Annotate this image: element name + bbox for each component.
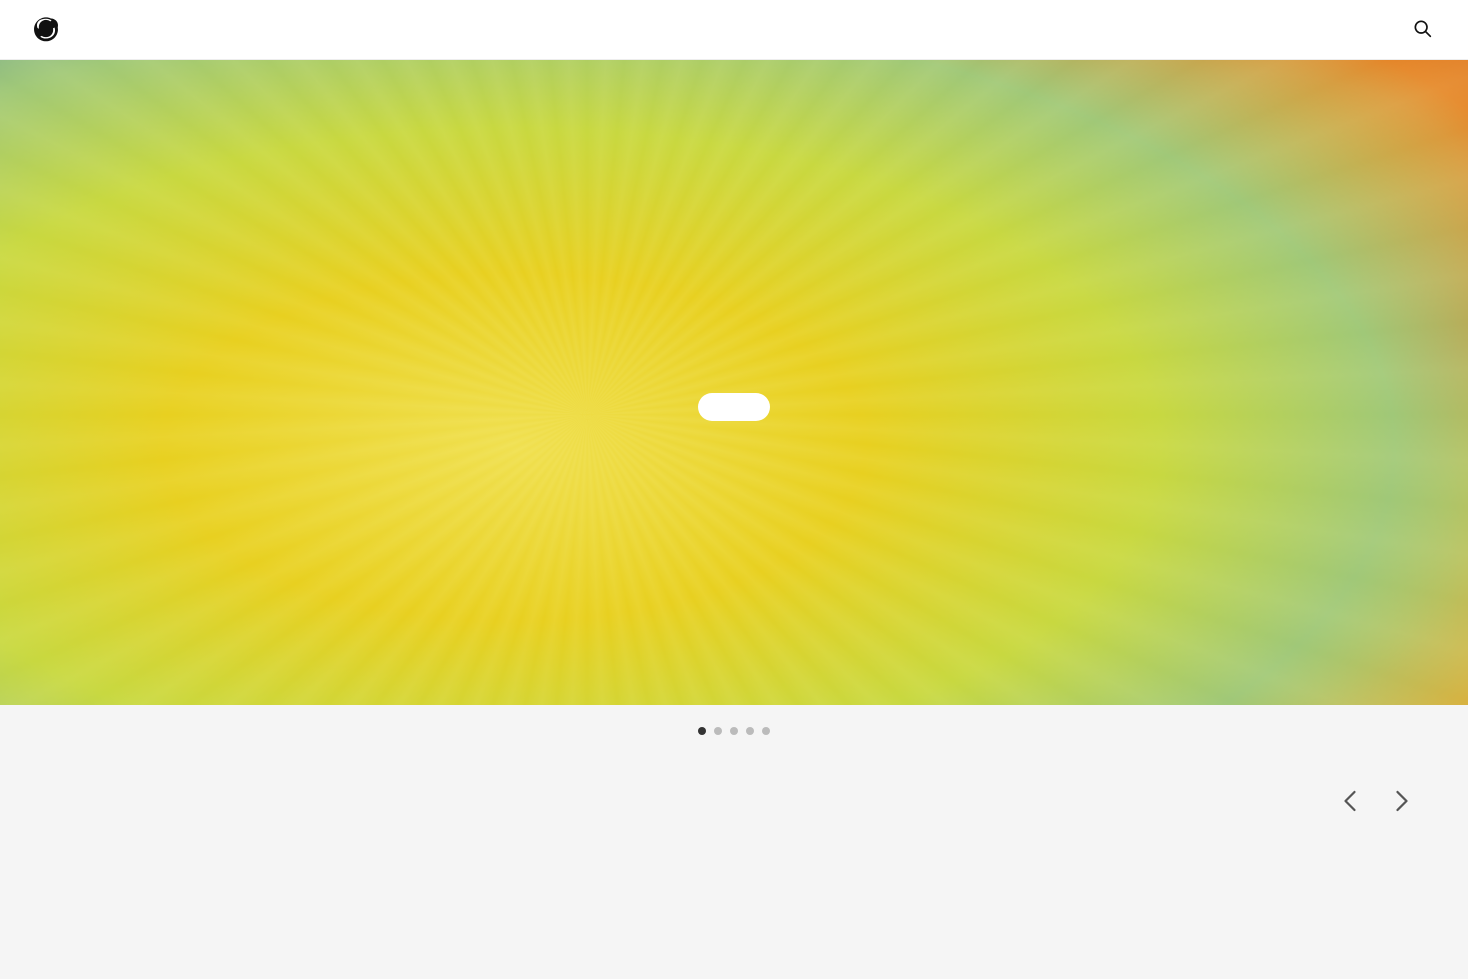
carousel-dots bbox=[0, 705, 1468, 751]
section-nav bbox=[1332, 783, 1420, 819]
logo-link[interactable] bbox=[32, 16, 68, 44]
bottom-section bbox=[0, 751, 1468, 851]
navbar bbox=[0, 0, 1468, 60]
hero-content bbox=[0, 60, 1468, 705]
hero-section bbox=[0, 60, 1468, 705]
carousel-dot-2[interactable] bbox=[714, 727, 722, 735]
learn-more-button[interactable] bbox=[698, 393, 770, 421]
next-button[interactable] bbox=[1384, 783, 1420, 819]
prev-button[interactable] bbox=[1332, 783, 1368, 819]
carousel-dot-4[interactable] bbox=[746, 727, 754, 735]
openai-logo-icon bbox=[32, 16, 60, 44]
carousel-dot-1[interactable] bbox=[698, 727, 706, 735]
search-button[interactable] bbox=[1408, 14, 1436, 45]
chevron-left-icon bbox=[1332, 783, 1368, 819]
chevron-right-icon bbox=[1384, 783, 1420, 819]
carousel-dot-3[interactable] bbox=[730, 727, 738, 735]
search-icon bbox=[1412, 18, 1432, 38]
carousel-dot-5[interactable] bbox=[762, 727, 770, 735]
